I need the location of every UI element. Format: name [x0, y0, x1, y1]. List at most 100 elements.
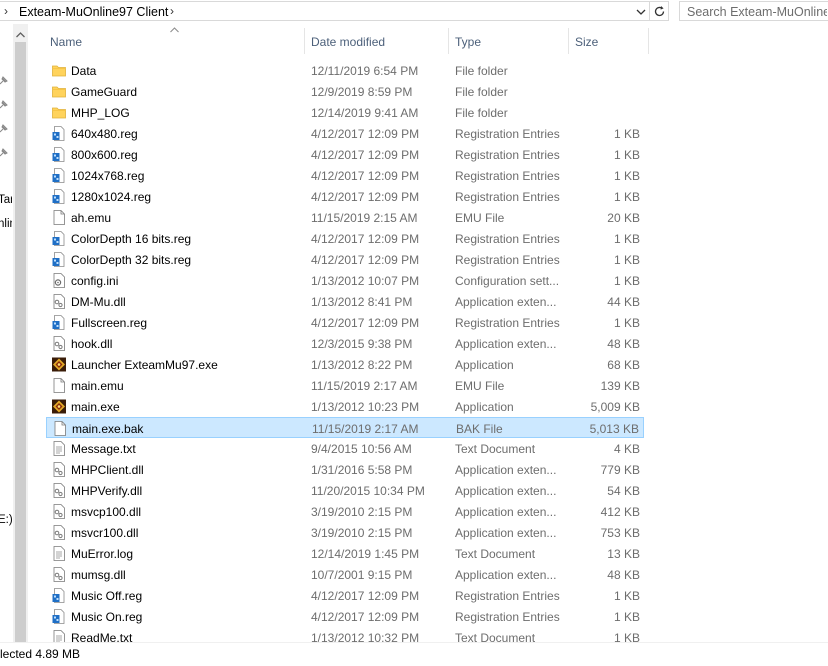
- file-name[interactable]: hook.dll: [71, 337, 112, 351]
- file-type: Registration Entries: [455, 589, 560, 603]
- file-date-modified: 11/15/2019 2:17 AM: [312, 422, 419, 436]
- file-name[interactable]: DM-Mu.dll: [71, 295, 126, 309]
- file-size: 54 KB: [607, 484, 640, 498]
- file-size: 1 KB: [613, 232, 640, 246]
- file-type: File folder: [455, 85, 508, 99]
- file-row[interactable]: MuError.log 12/14/2019 1:45 PM Text Docume…: [46, 543, 644, 564]
- file-type: Registration Entries: [455, 127, 560, 141]
- file-row[interactable]: MHPVerify.dll 11/20/2015 10:34 PM Applicat…: [46, 480, 644, 501]
- file-name[interactable]: GameGuard: [71, 85, 137, 99]
- address-bar[interactable]: › Exteam-MuOnline97 Client ›: [0, 1, 667, 21]
- file-name[interactable]: msvcr100.dll: [71, 526, 138, 540]
- file-name[interactable]: Message.txt: [71, 442, 136, 456]
- search-box[interactable]: [679, 1, 828, 21]
- file-date-modified: 3/19/2010 2:15 PM: [311, 526, 413, 540]
- file-row[interactable]: Message.txt 9/4/2015 10:56 AM Text Documen…: [46, 438, 644, 459]
- file-name[interactable]: 1280x1024.reg: [71, 190, 151, 204]
- file-row[interactable]: MHP_LOG 12/14/2019 9:41 AM File folder: [46, 102, 644, 123]
- file-name[interactable]: ReadMe.txt: [71, 631, 132, 642]
- file-row[interactable]: MHPClient.dll 1/31/2016 5:58 PM Applicatio…: [46, 459, 644, 480]
- file-row[interactable]: msvcr100.dll 3/19/2010 2:15 PM Application…: [46, 522, 644, 543]
- column-divider[interactable]: [648, 28, 649, 54]
- file-name[interactable]: msvcp100.dll: [71, 505, 141, 519]
- nav-item-label[interactable]: Tar: [0, 194, 12, 206]
- file-type: Text Document: [455, 631, 536, 642]
- search-input[interactable]: [687, 5, 827, 19]
- file-row[interactable]: 640x480.reg 4/12/2017 12:09 PM Registratio…: [46, 123, 644, 144]
- file-name[interactable]: main.exe.bak: [72, 422, 143, 436]
- file-row[interactable]: config.ini 1/13/2012 10:07 PM Configuratio…: [46, 270, 644, 291]
- breadcrumb-current-folder[interactable]: Exteam-MuOnline97 Client: [19, 5, 168, 19]
- nav-scrollbar[interactable]: [13, 24, 28, 646]
- scrollbar-thumb[interactable]: [15, 42, 26, 646]
- file-row[interactable]: ColorDepth 16 bits.reg 4/12/2017 12:09 PM…: [46, 228, 644, 249]
- registry-file-icon: [52, 168, 66, 183]
- file-name[interactable]: Data: [71, 64, 96, 78]
- file-name[interactable]: mumsg.dll: [71, 568, 126, 582]
- file-name[interactable]: MHPVerify.dll: [71, 484, 142, 498]
- pin-icon[interactable]: [0, 148, 8, 158]
- file-name[interactable]: ColorDepth 32 bits.reg: [71, 253, 191, 267]
- address-dropdown-icon[interactable]: [635, 6, 647, 18]
- file-name[interactable]: 640x480.reg: [71, 127, 138, 141]
- file-date-modified: 12/14/2019 9:41 AM: [311, 106, 419, 120]
- dll-file-icon: [52, 462, 66, 477]
- file-name[interactable]: Music On.reg: [71, 610, 142, 624]
- nav-item-label[interactable]: nlin: [0, 218, 12, 230]
- breadcrumb-chevron-icon[interactable]: ›: [170, 4, 174, 18]
- file-row-selected[interactable]: main.exe.bak 11/15/2019 2:17 AM BAK File 5,…: [46, 417, 644, 438]
- file-row[interactable]: Data 12/11/2019 6:54 PM File folder: [46, 60, 644, 81]
- file-row[interactable]: ah.emu 11/15/2019 2:15 AM EMU File 20 KB: [46, 207, 644, 228]
- breadcrumb-chevron-icon[interactable]: ›: [4, 4, 8, 18]
- file-name[interactable]: MHPClient.dll: [71, 463, 144, 477]
- file-row[interactable]: GameGuard 12/9/2019 8:59 PM File folder: [46, 81, 644, 102]
- file-name[interactable]: main.exe: [71, 400, 120, 414]
- file-row[interactable]: main.exe 1/13/2012 10:23 PM Application 5,0…: [46, 396, 644, 417]
- file-date-modified: 12/3/2015 9:38 PM: [311, 337, 413, 351]
- file-name[interactable]: Launcher ExteamMu97.exe: [71, 358, 218, 372]
- file-name[interactable]: config.ini: [71, 274, 118, 288]
- column-divider[interactable]: [568, 28, 569, 54]
- file-name[interactable]: ColorDepth 16 bits.reg: [71, 232, 191, 246]
- file-row[interactable]: Launcher ExteamMu97.exe 1/13/2012 8:22 PM…: [46, 354, 644, 375]
- file-type: Registration Entries: [455, 148, 560, 162]
- scroll-up-icon[interactable]: [16, 32, 25, 38]
- file-row[interactable]: 1024x768.reg 4/12/2017 12:09 PM Registrati…: [46, 165, 644, 186]
- file-row[interactable]: ReadMe.txt 1/13/2012 10:32 PM Text Documen…: [46, 627, 644, 642]
- column-header-date[interactable]: Date modified: [311, 35, 385, 49]
- file-name[interactable]: MuError.log: [71, 547, 133, 561]
- file-row[interactable]: msvcp100.dll 3/19/2010 2:15 PM Application…: [46, 501, 644, 522]
- file-name[interactable]: MHP_LOG: [71, 106, 130, 120]
- file-type: Application exten...: [455, 568, 557, 582]
- file-size: 68 KB: [607, 358, 640, 372]
- column-header-size[interactable]: Size: [575, 35, 598, 49]
- file-type: Application exten...: [455, 295, 557, 309]
- file-name[interactable]: Fullscreen.reg: [71, 316, 147, 330]
- nav-item-label[interactable]: E:): [0, 514, 12, 526]
- pin-icon[interactable]: [0, 100, 8, 110]
- file-name[interactable]: 800x600.reg: [71, 148, 138, 162]
- file-date-modified: 10/7/2001 9:15 PM: [311, 568, 413, 582]
- file-row[interactable]: ColorDepth 32 bits.reg 4/12/2017 12:09 PM…: [46, 249, 644, 270]
- file-name[interactable]: main.emu: [71, 379, 124, 393]
- file-row[interactable]: Fullscreen.reg 4/12/2017 12:09 PM Registra…: [46, 312, 644, 333]
- file-row[interactable]: Music Off.reg 4/12/2017 12:09 PM Registrat…: [46, 585, 644, 606]
- file-row[interactable]: Music On.reg 4/12/2017 12:09 PM Registrati…: [46, 606, 644, 627]
- file-row[interactable]: DM-Mu.dll 1/13/2012 8:41 PM Application ex…: [46, 291, 644, 312]
- registry-file-icon: [52, 588, 66, 603]
- file-row[interactable]: 1280x1024.reg 4/12/2017 12:09 PM Registrat…: [46, 186, 644, 207]
- refresh-button[interactable]: [649, 1, 669, 21]
- file-row[interactable]: main.emu 11/15/2019 2:17 AM EMU File 139 KB: [46, 375, 644, 396]
- column-header-type[interactable]: Type: [455, 35, 481, 49]
- pin-icon[interactable]: [0, 124, 8, 134]
- file-name[interactable]: Music Off.reg: [71, 589, 142, 603]
- file-row[interactable]: hook.dll 12/3/2015 9:38 PM Application ext…: [46, 333, 644, 354]
- column-header-name[interactable]: Name: [50, 35, 82, 49]
- file-name[interactable]: ah.emu: [71, 211, 111, 225]
- file-row[interactable]: mumsg.dll 10/7/2001 9:15 PM Application ex…: [46, 564, 644, 585]
- pin-icon[interactable]: [0, 76, 8, 86]
- file-row[interactable]: 800x600.reg 4/12/2017 12:09 PM Registratio…: [46, 144, 644, 165]
- column-divider[interactable]: [304, 28, 305, 54]
- column-divider[interactable]: [448, 28, 449, 54]
- file-name[interactable]: 1024x768.reg: [71, 169, 144, 183]
